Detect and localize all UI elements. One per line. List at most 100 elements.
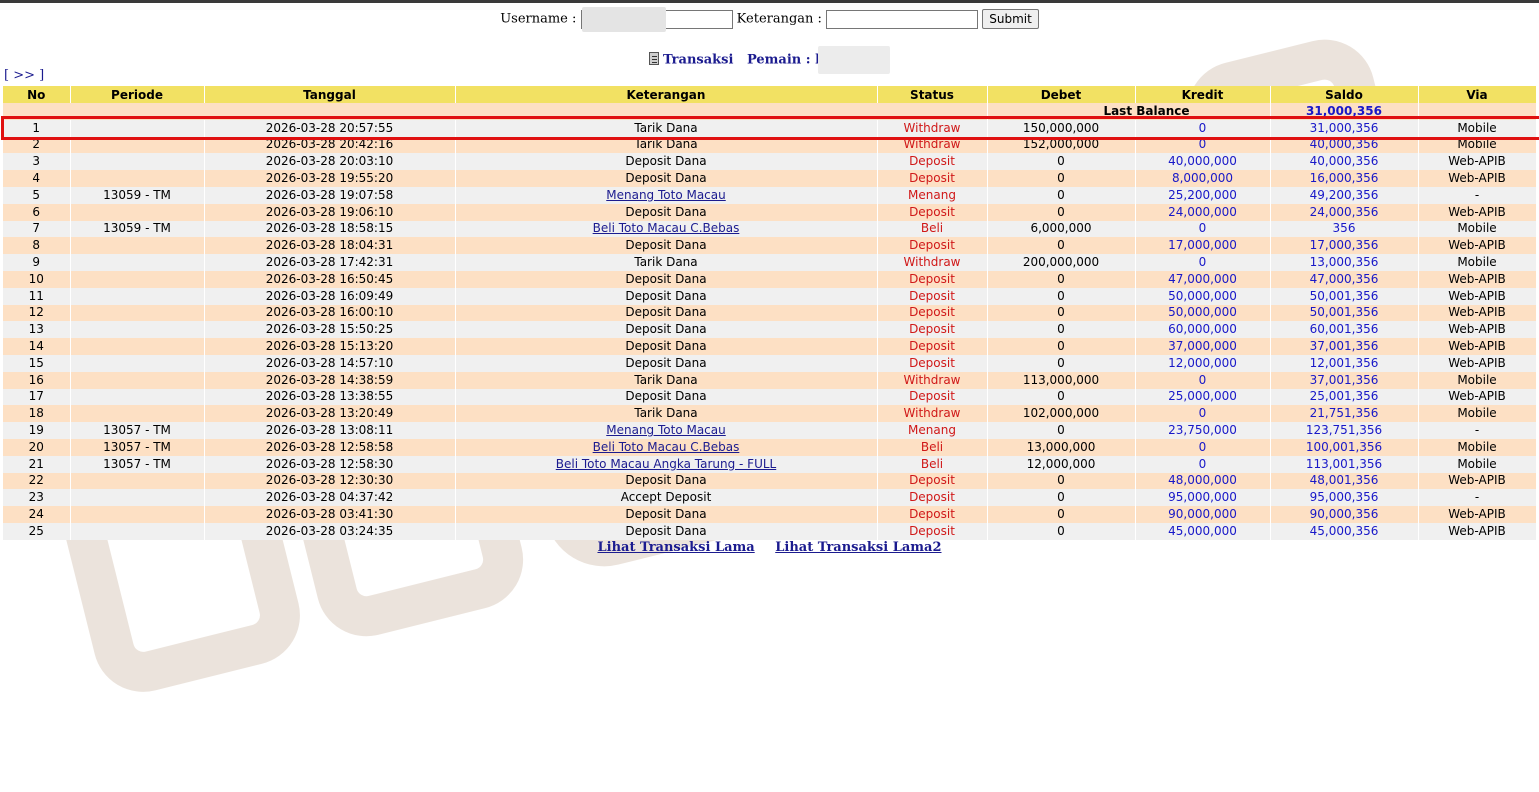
cell-tanggal: 2026-03-28 12:58:58 xyxy=(204,438,456,456)
cell-keterangan: Tarik Dana xyxy=(455,254,878,271)
cell-status: Deposit xyxy=(877,237,988,255)
cell-tanggal: 2026-03-28 13:08:11 xyxy=(204,422,456,439)
cell-periode xyxy=(70,405,205,423)
table-row: 16 2026-03-28 14:38:59 Tarik Dana Withdraw 1… xyxy=(3,371,1537,389)
cell-keterangan: Tarik Dana xyxy=(455,136,878,154)
redacted-username xyxy=(581,6,666,32)
table-row: 9 2026-03-28 17:42:31 Tarik Dana Withdraw 20… xyxy=(3,254,1537,271)
col-header-kredit[interactable]: Kredit xyxy=(1135,86,1271,103)
col-header-tanggal[interactable]: Tanggal xyxy=(204,86,456,103)
cell-status: Deposit xyxy=(877,270,988,288)
next-page-link[interactable]: [ >> ] xyxy=(4,68,44,83)
keterangan-link[interactable]: Beli Toto Macau C.Bebas xyxy=(593,440,740,454)
cell-keterangan: Menang Toto Macau xyxy=(455,422,878,439)
cell-no: 13 xyxy=(3,321,71,339)
cell-keterangan: Deposit Dana xyxy=(455,338,878,355)
keterangan-link[interactable]: Menang Toto Macau xyxy=(606,423,726,437)
cell-saldo: 12,001,356 xyxy=(1270,354,1419,372)
cell-status: Withdraw xyxy=(877,371,988,389)
cell-debet: 0 xyxy=(987,153,1136,171)
cell-no: 9 xyxy=(3,254,71,271)
col-header-debet[interactable]: Debet xyxy=(987,86,1136,103)
old-transactions-link-2[interactable]: Lihat Transaksi Lama2 xyxy=(775,540,941,555)
cell-tanggal: 2026-03-28 17:42:31 xyxy=(204,254,456,271)
cell-status: Deposit xyxy=(877,522,988,540)
cell-status: Deposit xyxy=(877,338,988,355)
cell-periode: 13059 - TM xyxy=(70,220,205,238)
keterangan-input[interactable] xyxy=(826,9,979,29)
cell-saldo: 90,000,356 xyxy=(1270,506,1419,523)
cell-keterangan: Deposit Dana xyxy=(455,170,878,187)
document-icon xyxy=(648,51,659,65)
cell-tanggal: 2026-03-28 18:04:31 xyxy=(204,237,456,255)
cell-periode xyxy=(70,254,205,271)
cell-kredit: 0 xyxy=(1135,254,1271,271)
cell-status: Withdraw xyxy=(877,254,988,271)
cell-periode xyxy=(70,136,205,154)
cell-no: 18 xyxy=(3,405,71,423)
table-body: Last Balance 31,000,356 1 2026-03-28 20:5… xyxy=(3,103,1537,540)
submit-button[interactable]: Submit xyxy=(982,9,1039,29)
cell-keterangan: Deposit Dana xyxy=(455,153,878,171)
cell-periode: 13057 - TM xyxy=(70,455,205,473)
keterangan-link[interactable]: Beli Toto Macau Angka Tarung - FULL xyxy=(556,457,776,471)
cell-via: Web-APIB xyxy=(1418,153,1537,171)
cell-periode xyxy=(70,489,205,507)
cell-via: Mobile xyxy=(1418,254,1537,271)
cell-kredit: 0 xyxy=(1135,220,1271,238)
cell-tanggal: 2026-03-28 16:50:45 xyxy=(204,270,456,288)
cell-status: Deposit xyxy=(877,304,988,322)
cell-via: - xyxy=(1418,489,1537,507)
cell-no: 2 xyxy=(3,136,71,154)
cell-kredit: 45,000,000 xyxy=(1135,522,1271,540)
cell-status: Deposit xyxy=(877,388,988,406)
cell-status: Deposit xyxy=(877,489,988,507)
cell-debet: 0 xyxy=(987,472,1136,490)
cell-periode xyxy=(70,321,205,339)
col-header-keterangan[interactable]: Keterangan xyxy=(455,86,878,103)
cell-kredit: 23,750,000 xyxy=(1135,422,1271,439)
cell-saldo: 123,751,356 xyxy=(1270,422,1419,439)
cell-kredit: 50,000,000 xyxy=(1135,304,1271,322)
table-row: 5 13059 - TM 2026-03-28 19:07:58 Menang Tot… xyxy=(3,186,1537,204)
title-pemain: Pemain : l xyxy=(746,52,821,68)
cell-no: 8 xyxy=(3,237,71,255)
keterangan-link[interactable]: Menang Toto Macau xyxy=(606,188,726,202)
filter-bar: Username : Keterangan : Submit xyxy=(0,6,1539,32)
old-transactions-link[interactable]: Lihat Transaksi Lama xyxy=(597,540,754,555)
cell-periode xyxy=(70,153,205,171)
cell-saldo: 24,000,356 xyxy=(1270,203,1419,221)
cell-kredit: 17,000,000 xyxy=(1135,237,1271,255)
cell-debet: 0 xyxy=(987,388,1136,406)
cell-kredit: 25,200,000 xyxy=(1135,186,1271,204)
cell-no: 1 xyxy=(3,119,71,137)
cell-debet: 13,000,000 xyxy=(987,438,1136,456)
cell-no: 11 xyxy=(3,287,71,305)
cell-via: Mobile xyxy=(1418,455,1537,473)
keterangan-link[interactable]: Beli Toto Macau C.Bebas xyxy=(593,221,740,235)
cell-status: Deposit xyxy=(877,506,988,523)
table-header-row: No Periode Tanggal Keterangan Status Deb… xyxy=(3,86,1537,103)
cell-periode xyxy=(70,304,205,322)
col-header-periode[interactable]: Periode xyxy=(70,86,205,103)
cell-saldo: 16,000,356 xyxy=(1270,170,1419,187)
last-balance-row: Last Balance 31,000,356 xyxy=(3,103,1537,120)
cell-debet: 200,000,000 xyxy=(987,254,1136,271)
col-header-status[interactable]: Status xyxy=(877,86,988,103)
cell-periode xyxy=(70,270,205,288)
cell-debet: 6,000,000 xyxy=(987,220,1136,238)
col-header-no[interactable]: No xyxy=(3,86,71,103)
table-row: 22 2026-03-28 12:30:30 Deposit Dana Deposit… xyxy=(3,472,1537,490)
cell-tanggal: 2026-03-28 13:38:55 xyxy=(204,388,456,406)
table-row: 23 2026-03-28 04:37:42 Accept Deposit Depos… xyxy=(3,489,1537,507)
col-header-saldo[interactable]: Saldo xyxy=(1270,86,1419,103)
table-row: 4 2026-03-28 19:55:20 Deposit Dana Deposit 0… xyxy=(3,170,1537,187)
cell-no: 17 xyxy=(3,388,71,406)
cell-debet: 102,000,000 xyxy=(987,405,1136,423)
table-row: 21 13057 - TM 2026-03-28 12:58:30 Beli Toto… xyxy=(3,455,1537,473)
cell-kredit: 50,000,000 xyxy=(1135,287,1271,305)
cell-via: - xyxy=(1418,186,1537,204)
transaction-table: No Periode Tanggal Keterangan Status Deb… xyxy=(3,86,1537,540)
col-header-via[interactable]: Via xyxy=(1418,86,1537,103)
cell-keterangan: Tarik Dana xyxy=(455,405,878,423)
